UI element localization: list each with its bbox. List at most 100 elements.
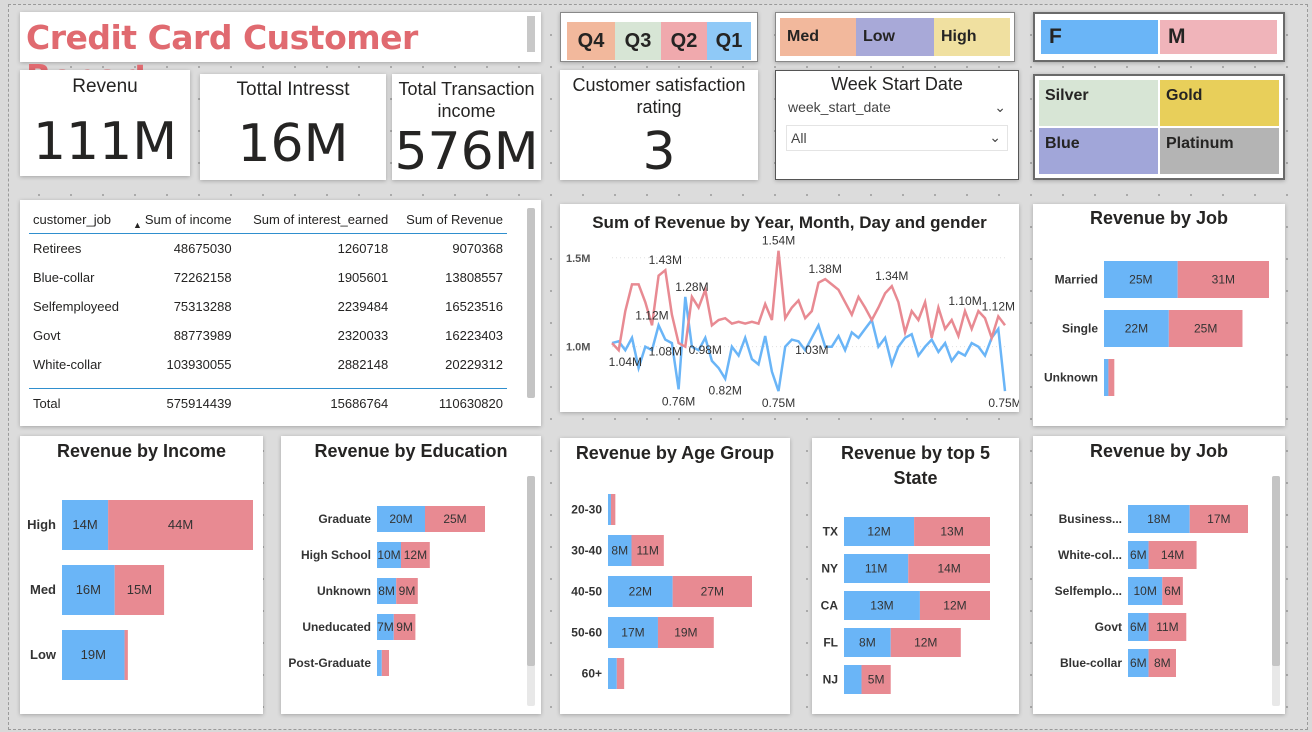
category-label: Govt	[1095, 620, 1122, 634]
category-label: Graduate	[318, 512, 371, 526]
data-label: 6M	[1130, 620, 1147, 634]
data-label: 13M	[940, 525, 963, 539]
col-sum-interest[interactable]: Sum of interest_earned	[235, 208, 393, 234]
bar-F[interactable]	[377, 650, 382, 676]
data-label: 8M	[378, 584, 395, 598]
job-scroll-track[interactable]	[1272, 476, 1280, 706]
data-label: 27M	[701, 585, 724, 599]
table-cell: 16523516	[445, 298, 503, 314]
education-scroll-track[interactable]	[527, 476, 535, 706]
table-row[interactable]: Govt 88773989 2320033 16223403	[29, 321, 507, 350]
education-chart-card: Revenue by Education Graduate 20M 25M High …	[281, 436, 541, 714]
data-label: 19M	[674, 626, 697, 640]
income-med-button[interactable]: Med	[780, 18, 856, 56]
card-gold-button[interactable]: Gold	[1160, 80, 1279, 126]
data-label: 10M	[1133, 584, 1156, 598]
category-label: Low	[30, 647, 57, 662]
data-label: 1.10M	[948, 294, 981, 308]
quarter-q1-button[interactable]: Q1	[707, 22, 751, 60]
data-label: 9M	[399, 584, 416, 598]
state-chart-card: Revenue by top 5 State TX 12M 13M NY 11M 14M C…	[812, 438, 1019, 714]
data-label: 1.12M	[982, 299, 1015, 313]
chevron-down-icon: ⌄	[989, 129, 1001, 145]
chevron-down-icon: ⌄	[994, 99, 1006, 115]
category-label: 50-60	[571, 626, 602, 640]
kpi-satisfaction-card: Customer satisfaction rating 3	[560, 70, 758, 182]
bar-F[interactable]	[608, 494, 611, 525]
card-blue-button[interactable]: Blue	[1039, 128, 1158, 174]
bar-M[interactable]	[381, 650, 389, 676]
card-platinum-button[interactable]: Platinum	[1160, 128, 1279, 174]
data-label: 25M	[1194, 322, 1217, 336]
gender-m-button[interactable]: M	[1160, 20, 1277, 54]
kpi-transaction-value: 576M	[394, 122, 539, 182]
table-row[interactable]: Blue-collar 72262158 1905601 13808557	[29, 263, 507, 292]
category-label: NJ	[823, 673, 838, 687]
category-label: Married	[1055, 273, 1098, 287]
table-cell: 13808557	[445, 269, 503, 285]
data-label: 0.75M	[762, 396, 795, 410]
bar-F[interactable]	[1104, 359, 1109, 396]
title-scrollbar[interactable]	[527, 16, 535, 52]
category-label: 20-30	[571, 503, 602, 517]
income-level-slicer: Med Low High	[775, 12, 1015, 62]
table-cell: 2320033	[337, 327, 389, 343]
education-scroll-thumb[interactable]	[527, 476, 535, 666]
job-chart: Business... 18M 17M White-col... 6M 14M Selfem…	[1055, 505, 1248, 677]
week-field-dropdown[interactable]: week_start_date ⌄	[788, 99, 1008, 119]
matrix-scrollbar[interactable]	[527, 208, 535, 398]
bar-M[interactable]	[1108, 359, 1115, 396]
table-row[interactable]: Retirees 48675030 1260718 9070368	[29, 234, 507, 263]
data-label: 1.34M	[875, 269, 908, 283]
data-label: 12M	[914, 636, 937, 650]
data-label: 1.38M	[808, 262, 841, 276]
category-label: 60+	[582, 667, 602, 681]
bar-F[interactable]	[844, 665, 862, 694]
card-silver-button[interactable]: Silver	[1039, 80, 1158, 126]
data-label: 14M	[937, 562, 960, 576]
matrix-table: customer_job Sum of income Sum of intere…	[29, 208, 507, 419]
data-label: 31M	[1212, 273, 1235, 287]
col-sum-income[interactable]: Sum of income	[131, 208, 236, 234]
job-marital-chart-card: Revenue by Job Married 25M 31M Single 22M 25M…	[1033, 204, 1285, 426]
bar-M[interactable]	[610, 494, 616, 525]
table-cell: 2239484	[337, 298, 389, 314]
quarter-q4-button[interactable]: Q4	[567, 22, 615, 60]
kpi-revenue-card: Revenu 111M	[20, 70, 190, 176]
bar-F[interactable]	[608, 658, 617, 689]
category-label: NY	[821, 562, 838, 576]
card-category-slicer: Silver Gold Blue Platinum	[1033, 74, 1285, 180]
job-marital-chart: Married 25M 31M Single 22M 25M Unknown	[1044, 261, 1269, 396]
job-scroll-thumb[interactable]	[1272, 476, 1280, 666]
matrix-header-row: customer_job Sum of income Sum of intere…	[29, 208, 507, 234]
quarter-q3-button[interactable]: Q3	[615, 22, 661, 60]
y-tick-label: 1.0M	[566, 342, 590, 354]
week-slicer-title: Week Start Date	[831, 74, 963, 94]
table-total-row: Total 575914439 15686764 110630820	[29, 388, 507, 419]
data-label: 15M	[127, 582, 152, 597]
data-label: 1.12M	[635, 308, 668, 322]
week-value-dropdown[interactable]: All ⌄	[786, 125, 1008, 151]
gender-f-button[interactable]: F	[1041, 20, 1158, 54]
kpi-satisfaction-label: Customer satisfaction rating	[572, 75, 746, 117]
table-row[interactable]: Selfemployeed 75313288 2239484 16523516	[29, 292, 507, 321]
category-label: Selfemplo...	[1055, 584, 1122, 598]
col-sum-revenue[interactable]: Sum of Revenue	[392, 208, 507, 234]
data-label: 25M	[443, 512, 466, 526]
bar-M[interactable]	[124, 630, 128, 680]
data-label: 14M	[72, 517, 97, 532]
data-label: 1.08M	[649, 345, 682, 359]
data-label: 44M	[168, 517, 193, 532]
income-low-button[interactable]: Low	[856, 18, 934, 56]
quarter-q2-button[interactable]: Q2	[661, 22, 707, 60]
total-cell: Total	[29, 388, 132, 419]
kpi-interest-value: 16M	[237, 114, 349, 174]
bar-M[interactable]	[616, 658, 625, 689]
col-customer-job[interactable]: customer_job	[29, 208, 132, 234]
table-row[interactable]: White-collar 103930055 2882148 20229312	[29, 350, 507, 379]
data-label: 11M	[865, 562, 887, 576]
revenue-line-chart-card: Sum of Revenue by Year, Month, Day and g…	[560, 204, 1019, 412]
data-label: 22M	[629, 585, 652, 599]
income-high-button[interactable]: High	[934, 18, 1010, 56]
title-card: Credit Card Customer Report	[20, 12, 541, 96]
